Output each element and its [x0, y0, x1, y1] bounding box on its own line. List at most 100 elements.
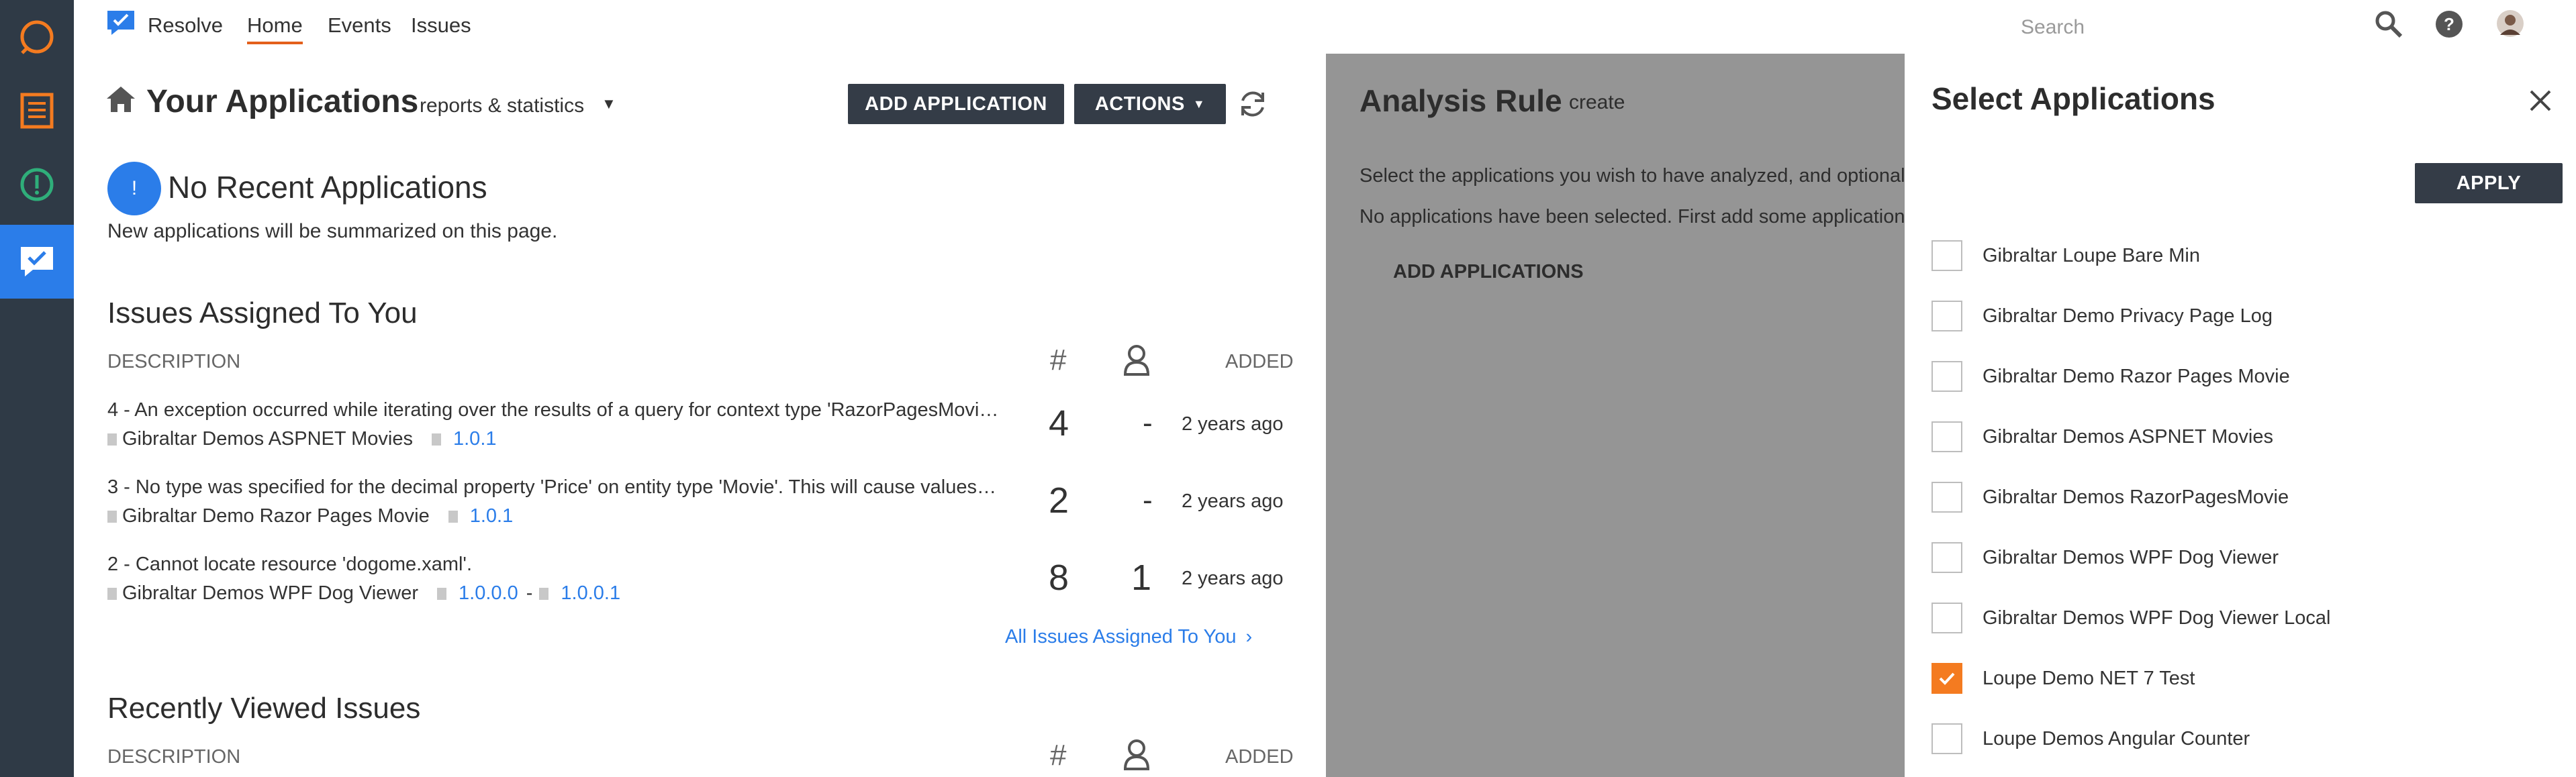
nav-link-events[interactable]: Events: [328, 13, 391, 38]
version-icon: [437, 587, 447, 600]
analysis-instructions: Select the applications you wish to have…: [1359, 165, 1919, 187]
app-option-label: Gibraltar Demos ASPNET Movies: [1983, 425, 2273, 448]
issue-version-to[interactable]: 1.0.0.1: [561, 582, 620, 605]
app-option[interactable]: Gibraltar Demo Privacy Page Log: [1931, 299, 2273, 333]
nav-link-issues[interactable]: Issues: [411, 13, 471, 38]
column-added: ADDED: [1225, 746, 1294, 768]
select-applications-drawer: Select Applications APPLY Gibraltar Loup…: [1905, 54, 2576, 777]
add-application-button[interactable]: ADD APPLICATION: [848, 84, 1064, 124]
no-recent-message: New applications will be summarized on t…: [107, 220, 558, 242]
top-nav: Resolve Home Events Issues Search ?: [74, 0, 2576, 54]
analysis-panel: Analysis Rule create Select the applicat…: [1326, 54, 1919, 777]
app-option-label: Loupe Demo NET 7 Test: [1983, 667, 2195, 689]
search-icon[interactable]: [2374, 9, 2403, 39]
issue-added: 2 years ago: [1182, 568, 1284, 589]
chevron-right-icon: ›: [1245, 626, 1253, 648]
table-row[interactable]: 4 - An exception occurred while iteratin…: [107, 399, 1296, 473]
issue-count: 4: [1049, 403, 1069, 444]
search-input[interactable]: Search: [2021, 16, 2085, 39]
page-title: Your Applications: [146, 84, 419, 119]
issue-assignee: 1: [1131, 558, 1152, 598]
issue-assignee: -: [1143, 407, 1153, 439]
app-option[interactable]: Gibraltar Demos ASPNET Movies: [1931, 420, 2273, 454]
main-content: Your Applications reports & statistics ▼…: [74, 54, 1326, 777]
app-option[interactable]: Gibraltar Demos WPF Dog Viewer Local: [1931, 601, 2330, 635]
app-option[interactable]: Gibraltar Demos RazorPagesMovie: [1931, 480, 2289, 514]
issue-meta: Gibraltar Demo Razor Pages Movie 1.0.1: [107, 505, 513, 527]
version-icon: [432, 433, 441, 446]
app-checkbox[interactable]: [1931, 482, 1962, 513]
header-gap: [1326, 0, 1905, 54]
issue-title[interactable]: 2 - Cannot locate resource 'dogome.xaml'…: [107, 554, 1000, 576]
app-checkbox[interactable]: [1931, 421, 1962, 452]
apply-button[interactable]: APPLY: [2415, 163, 2563, 203]
table-row[interactable]: 3 - No type was specified for the decima…: [107, 476, 1296, 550]
app-checkbox[interactable]: [1931, 723, 1962, 754]
column-count: #: [1050, 344, 1067, 376]
help-icon[interactable]: ?: [2434, 9, 2464, 39]
assigned-section-title: Issues Assigned To You: [107, 297, 418, 329]
rail-item-metrics[interactable]: [0, 148, 74, 221]
app-option[interactable]: Gibraltar Loupe Bare Min: [1931, 239, 2200, 272]
avatar[interactable]: [2496, 9, 2524, 38]
issue-count: 2: [1049, 480, 1069, 521]
no-recent-title: No Recent Applications: [168, 170, 487, 205]
refresh-icon[interactable]: [1237, 89, 1268, 119]
issue-app[interactable]: Gibraltar Demos WPF Dog Viewer: [122, 582, 418, 605]
app-option-label: Gibraltar Demos WPF Dog Viewer: [1983, 546, 2279, 568]
app-icon: [107, 510, 117, 523]
version-icon: [539, 587, 549, 600]
issue-version[interactable]: 1.0.1: [470, 505, 514, 527]
app-checkbox[interactable]: [1931, 240, 1962, 271]
reports-dropdown[interactable]: reports & statistics: [420, 95, 584, 117]
circle-logo-icon: [20, 20, 54, 54]
add-applications-button[interactable]: ADD APPLICATIONS: [1393, 261, 1584, 283]
app-checkbox-checked[interactable]: [1931, 663, 1962, 694]
gauge-icon: [20, 168, 54, 201]
chevron-down-icon[interactable]: ▼: [602, 95, 616, 113]
column-description: DESCRIPTION: [107, 351, 241, 372]
table-row[interactable]: 2 - Cannot locate resource 'dogome.xaml'…: [107, 554, 1296, 627]
issue-app[interactable]: Gibraltar Demo Razor Pages Movie: [122, 505, 430, 527]
actions-button-label: ACTIONS: [1094, 93, 1185, 115]
rail-item-home[interactable]: [0, 0, 74, 74]
actions-button[interactable]: ACTIONS ▼: [1074, 84, 1226, 124]
app-option-label: Gibraltar Demos WPF Dog Viewer Local: [1983, 607, 2331, 629]
issue-version-from[interactable]: 1.0.0.0: [459, 582, 518, 605]
analysis-subtitle: create: [1569, 91, 1625, 113]
analysis-empty-message: No applications have been selected. Firs…: [1359, 206, 1915, 227]
rail-item-reports[interactable]: [0, 74, 74, 148]
version-separator: -: [526, 582, 533, 604]
close-icon[interactable]: [2528, 89, 2553, 113]
app-option-label: Gibraltar Demo Razor Pages Movie: [1983, 365, 2290, 387]
column-description: DESCRIPTION: [107, 746, 241, 768]
assignee-column-icon: [1123, 345, 1150, 376]
issue-version[interactable]: 1.0.1: [453, 428, 497, 450]
nav-link-home[interactable]: Home: [247, 13, 303, 44]
checkmark-icon: [1939, 672, 1955, 685]
app-option[interactable]: Gibraltar Demos WPF Dog Viewer: [1931, 541, 2279, 574]
brand-name[interactable]: Resolve: [148, 13, 223, 38]
svg-text:?: ?: [2444, 14, 2454, 34]
issue-added: 2 years ago: [1182, 413, 1284, 435]
app-option[interactable]: Loupe Demo NET 7 Test: [1931, 662, 2195, 695]
app-checkbox[interactable]: [1931, 361, 1962, 392]
app-checkbox[interactable]: [1931, 542, 1962, 573]
issue-meta: Gibraltar Demos WPF Dog Viewer 1.0.0.0 -…: [107, 582, 620, 605]
app-option-label: Gibraltar Demos RazorPagesMovie: [1983, 486, 2289, 508]
app-option[interactable]: Gibraltar Demo Razor Pages Movie: [1931, 360, 2290, 393]
app-icon: [107, 433, 117, 446]
rail-item-resolve[interactable]: [0, 225, 74, 299]
all-issues-link[interactable]: All Issues Assigned To You ›: [1005, 626, 1252, 648]
app-checkbox[interactable]: [1931, 603, 1962, 633]
app-checkbox[interactable]: [1931, 301, 1962, 331]
app-option[interactable]: Loupe Demos Angular Counter: [1931, 722, 2250, 756]
issue-title[interactable]: 3 - No type was specified for the decima…: [107, 476, 1000, 499]
issue-app[interactable]: Gibraltar Demos ASPNET Movies: [122, 428, 413, 450]
issue-added: 2 years ago: [1182, 490, 1284, 512]
analysis-title: Analysis Rule: [1359, 83, 1562, 118]
issue-assignee: -: [1143, 484, 1153, 517]
issue-title[interactable]: 4 - An exception occurred while iteratin…: [107, 399, 1000, 421]
app-option-label: Gibraltar Demo Privacy Page Log: [1983, 305, 2273, 327]
app-icon: [107, 587, 117, 600]
